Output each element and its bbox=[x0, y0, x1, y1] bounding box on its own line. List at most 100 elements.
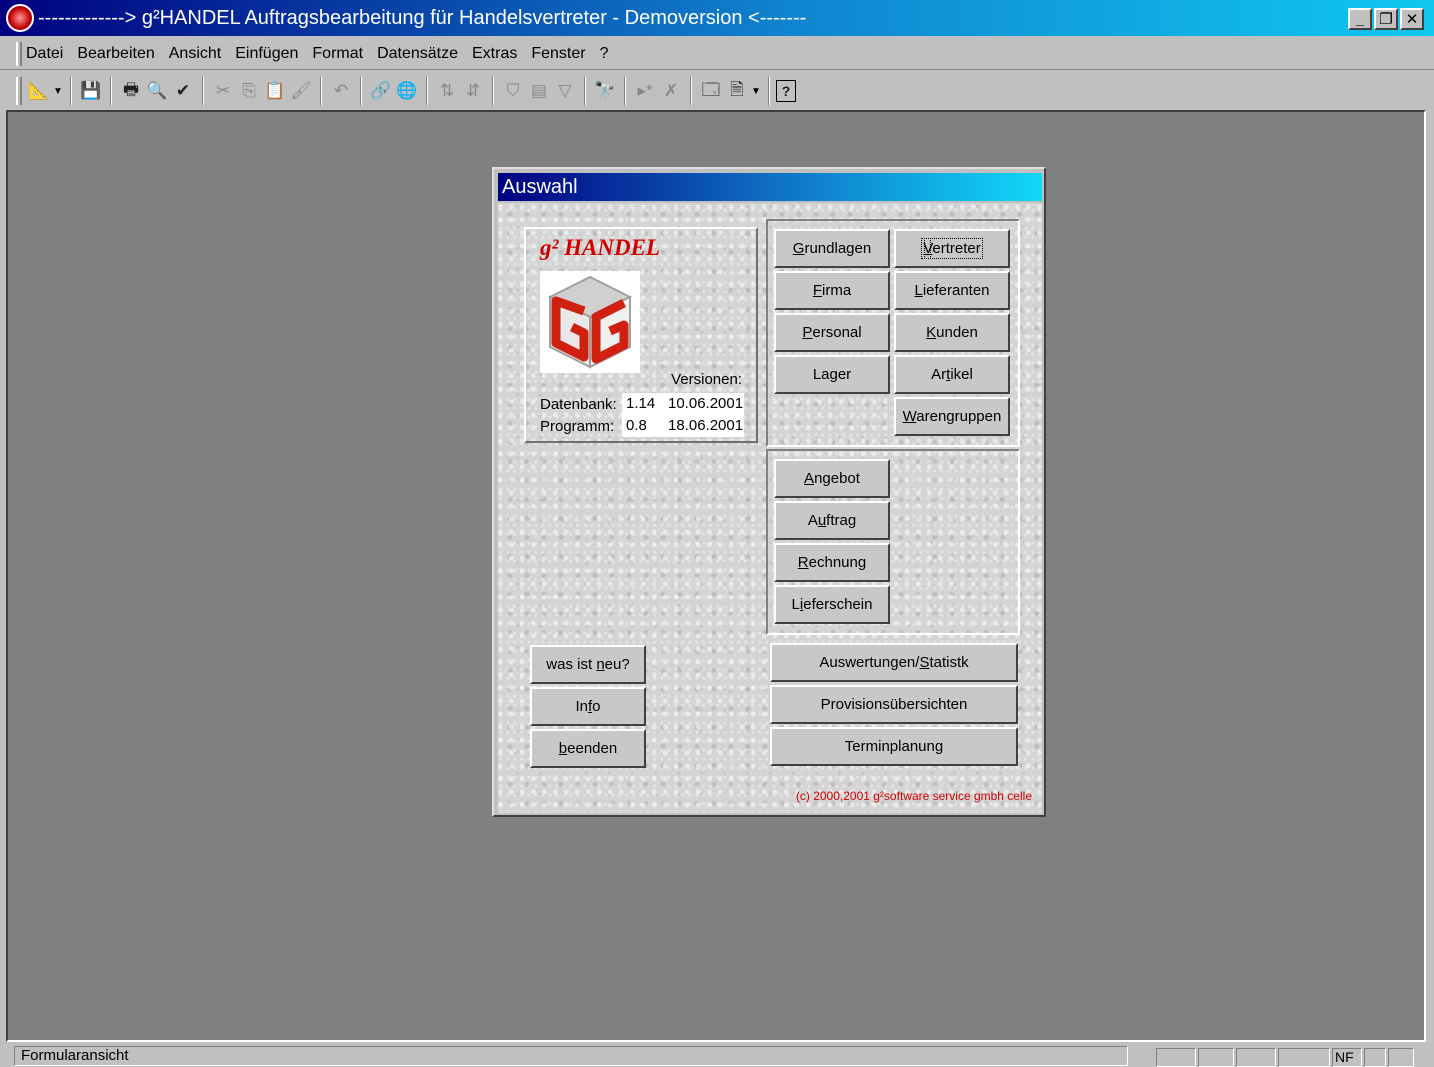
web-icon[interactable]: 🌐 bbox=[394, 77, 420, 105]
filter-selection-icon[interactable]: ⛉ bbox=[500, 77, 526, 105]
terminplanung-button[interactable]: Terminplanung bbox=[770, 727, 1018, 766]
info-button[interactable]: Info bbox=[530, 687, 646, 726]
sort-ascending-icon[interactable]: ⇅ bbox=[434, 77, 460, 105]
menu-ansicht[interactable]: Ansicht bbox=[162, 45, 228, 63]
design-view-icon[interactable]: 📐 bbox=[26, 77, 52, 105]
copyright-notice: (c) 2000,2001 g²software service gmbh ce… bbox=[795, 789, 1032, 803]
form-body: g² HANDEL Versionen: Datenbank: 1.14 10.… bbox=[498, 203, 1042, 813]
chevron-down-icon[interactable]: ▼ bbox=[750, 77, 762, 105]
restore-button[interactable]: ❐ bbox=[1374, 8, 1398, 30]
cut-icon[interactable]: ✂ bbox=[210, 77, 236, 105]
close-button[interactable]: ✕ bbox=[1400, 8, 1424, 30]
database-date-value: 10.06.2001 bbox=[664, 393, 744, 415]
cube-logo-icon bbox=[547, 275, 633, 369]
status-cell bbox=[1388, 1048, 1414, 1067]
undo-icon[interactable]: ↶ bbox=[328, 77, 354, 105]
new-record-icon[interactable]: ▸* bbox=[632, 77, 658, 105]
save-icon[interactable]: 💾 bbox=[78, 77, 104, 105]
window-title: -------------> g²HANDEL Auftragsbearbeit… bbox=[38, 6, 807, 29]
grundlagen-button[interactable]: Grundlagen bbox=[774, 229, 890, 268]
toolbar-separator bbox=[202, 77, 204, 105]
program-version-row: Programm: 0.8 18.06.2001 bbox=[540, 415, 744, 437]
toolbar-separator bbox=[426, 77, 428, 105]
app-icon[interactable] bbox=[6, 4, 34, 32]
form-title-bar[interactable]: Auswahl bbox=[498, 173, 1042, 201]
was-ist-neu-button[interactable]: was ist neu? bbox=[530, 645, 646, 684]
beenden-button[interactable]: beenden bbox=[530, 729, 646, 768]
program-version-value: 0.8 bbox=[622, 415, 664, 437]
brand-name: g² HANDEL bbox=[540, 235, 660, 260]
menu-help[interactable]: ? bbox=[593, 45, 616, 63]
menu-extras[interactable]: Extras bbox=[465, 45, 524, 63]
toolbar-separator bbox=[492, 77, 494, 105]
format-painter-icon[interactable]: 🖌 bbox=[288, 77, 314, 105]
toolbar-separator bbox=[584, 77, 586, 105]
print-icon[interactable]: 🖶 bbox=[118, 77, 144, 105]
status-indicator-nf: NF bbox=[1332, 1048, 1362, 1067]
menu-datei[interactable]: Datei bbox=[22, 45, 70, 63]
database-version-value: 1.14 bbox=[622, 393, 664, 415]
rechnung-button[interactable]: Rechnung bbox=[774, 543, 890, 582]
toolbar-separator bbox=[360, 77, 362, 105]
provisionsuebersichten-button[interactable]: Provisionsübersichten bbox=[770, 685, 1018, 724]
minimize-button[interactable]: _ bbox=[1348, 8, 1372, 30]
toolbar-separator bbox=[70, 77, 72, 105]
delete-record-icon[interactable]: ✗ bbox=[658, 77, 684, 105]
menu-einfuegen[interactable]: Einfügen bbox=[228, 45, 305, 63]
status-cell bbox=[1236, 1048, 1276, 1067]
print-preview-icon[interactable]: 🔍 bbox=[144, 77, 170, 105]
copy-icon[interactable]: ⎘ bbox=[236, 77, 262, 105]
find-icon[interactable]: 🔭 bbox=[592, 77, 618, 105]
lieferschein-button[interactable]: Lieferschein bbox=[774, 585, 890, 624]
menu-datensaetze[interactable]: Datensätze bbox=[370, 45, 465, 63]
menu-fenster[interactable]: Fenster bbox=[524, 45, 592, 63]
toolbar-separator bbox=[690, 77, 692, 105]
logo-panel: g² HANDEL Versionen: Datenbank: 1.14 10.… bbox=[524, 227, 758, 443]
filter-form-icon[interactable]: ▤ bbox=[526, 77, 552, 105]
toolbar: 📐 ▼ 💾 🖶 🔍 ✔ ✂ ⎘ 📋 🖌 ↶ 🔗 🌐 ⇅ ⇵ ⛉ ▤ ▽ 🔭 ▸*… bbox=[0, 72, 1434, 110]
menu-bar: Datei Bearbeiten Ansicht Einfügen Format… bbox=[0, 38, 1434, 70]
vertreter-button[interactable]: Vertreter bbox=[894, 229, 1010, 268]
auswahl-form: Auswahl g² HANDEL Versionen: Datenbank: … bbox=[492, 167, 1046, 817]
chevron-down-icon[interactable]: ▼ bbox=[52, 77, 64, 105]
status-cell bbox=[1156, 1048, 1196, 1067]
firma-button[interactable]: Firma bbox=[774, 271, 890, 310]
database-label: Datenbank: bbox=[540, 395, 617, 413]
warengruppen-button[interactable]: Warengruppen bbox=[894, 397, 1010, 436]
window-controls: _ ❐ ✕ bbox=[1348, 8, 1424, 30]
lieferanten-button[interactable]: Lieferanten bbox=[894, 271, 1010, 310]
status-cell bbox=[1198, 1048, 1234, 1067]
angebot-button[interactable]: Angebot bbox=[774, 459, 890, 498]
database-version-row: Datenbank: 1.14 10.06.2001 bbox=[540, 393, 744, 415]
toolbar-separator bbox=[624, 77, 626, 105]
toolbar-grip[interactable] bbox=[16, 77, 22, 105]
personal-button[interactable]: Personal bbox=[774, 313, 890, 352]
artikel-button[interactable]: Artikel bbox=[894, 355, 1010, 394]
toolbar-separator bbox=[110, 77, 112, 105]
paste-icon[interactable]: 📋 bbox=[262, 77, 288, 105]
sort-descending-icon[interactable]: ⇵ bbox=[460, 77, 486, 105]
lager-button[interactable]: Lager bbox=[774, 355, 890, 394]
toolbar-separator bbox=[768, 77, 770, 105]
kunden-button[interactable]: Kunden bbox=[894, 313, 1010, 352]
menu-bearbeiten[interactable]: Bearbeiten bbox=[70, 45, 161, 63]
status-text: Formularansicht bbox=[14, 1046, 1128, 1066]
g2-logo bbox=[540, 271, 640, 373]
versions-label: Versionen: bbox=[671, 371, 742, 388]
status-cell bbox=[1278, 1048, 1330, 1067]
apply-filter-icon[interactable]: ▽ bbox=[552, 77, 578, 105]
status-cell bbox=[1364, 1048, 1386, 1067]
database-window-icon[interactable]: 🗔 bbox=[698, 77, 724, 105]
program-label: Programm: bbox=[540, 417, 615, 435]
program-date-value: 18.06.2001 bbox=[664, 415, 744, 437]
status-bar: Formularansicht NF bbox=[0, 1044, 1434, 1067]
help-icon[interactable]: ? bbox=[776, 80, 796, 102]
spellcheck-icon[interactable]: ✔ bbox=[170, 77, 196, 105]
toolbar-separator bbox=[320, 77, 322, 105]
title-bar[interactable]: -------------> g²HANDEL Auftragsbearbeit… bbox=[0, 0, 1434, 36]
new-object-icon[interactable]: 🗎 bbox=[724, 77, 750, 105]
auftrag-button[interactable]: Auftrag bbox=[774, 501, 890, 540]
hyperlink-icon[interactable]: 🔗 bbox=[368, 77, 394, 105]
menu-format[interactable]: Format bbox=[305, 45, 370, 63]
auswertungen-statistik-button[interactable]: Auswertungen/Statistk bbox=[770, 643, 1018, 682]
